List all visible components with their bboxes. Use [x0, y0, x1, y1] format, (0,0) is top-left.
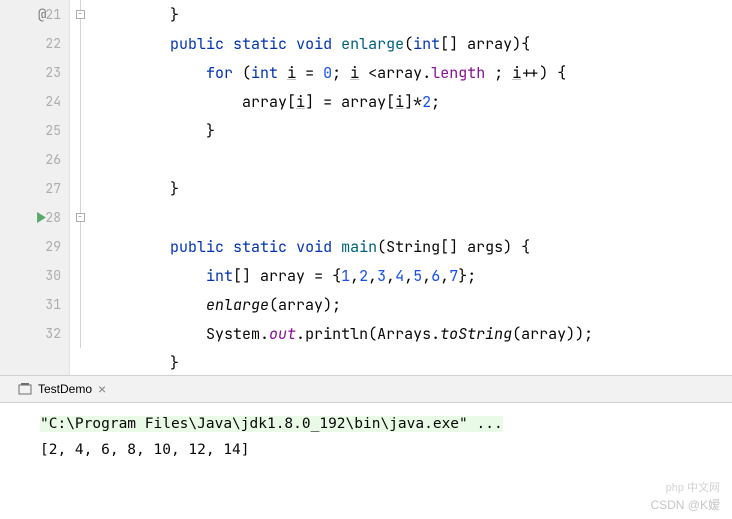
code-line: public static void enlarge(int[] array){	[98, 29, 732, 58]
line-number: 25	[39, 122, 61, 139]
line-number: 24	[39, 93, 61, 110]
code-line: }	[98, 174, 732, 203]
watermark: CSDN @K嫒	[650, 496, 720, 513]
close-tab-icon[interactable]: ×	[98, 381, 106, 397]
line-number: 26	[39, 151, 61, 168]
line-number: 31	[39, 296, 61, 313]
run-config-icon	[18, 382, 32, 396]
run-tab[interactable]: TestDemo ×	[10, 376, 114, 402]
fold-column: − −	[70, 0, 90, 375]
line-number: 30	[39, 267, 61, 284]
console-tab-bar: TestDemo ×	[0, 375, 732, 403]
console-result: [2, 4, 6, 8, 10, 12, 14]	[40, 437, 720, 463]
code-line: System.out.println(Arrays.toString(array…	[98, 319, 732, 348]
fold-toggle-icon[interactable]: −	[76, 213, 85, 222]
code-content[interactable]: } public static void enlarge(int[] array…	[90, 0, 732, 375]
line-number: 27	[39, 180, 61, 197]
line-gutter: 21@ 22 23 24 25 26 27 28 29 30 31 32	[0, 0, 70, 375]
console-output[interactable]: "C:\Program Files\Java\jdk1.8.0_192\bin\…	[0, 403, 732, 471]
code-line: int[] array = {1,2,3,4,5,6,7};	[98, 261, 732, 290]
code-editor[interactable]: 21@ 22 23 24 25 26 27 28 29 30 31 32 − −…	[0, 0, 732, 375]
code-line: }	[98, 348, 732, 375]
code-line	[98, 145, 732, 174]
console-command: "C:\Program Files\Java\jdk1.8.0_192\bin\…	[40, 416, 503, 432]
code-line	[98, 203, 732, 232]
fold-toggle-icon[interactable]: −	[76, 10, 85, 19]
watermark: php 中文网	[666, 479, 720, 495]
line-number: 29	[39, 238, 61, 255]
line-number: 32	[39, 325, 61, 342]
line-number: 22	[39, 35, 61, 52]
run-gutter-icon[interactable]	[36, 208, 47, 228]
line-number: 23	[39, 64, 61, 81]
change-marker-icon: @	[38, 6, 46, 24]
code-line: for (int i = 0; i <array.length ; i++) {	[98, 58, 732, 87]
tab-label: TestDemo	[38, 382, 92, 396]
code-line: }	[98, 116, 732, 145]
code-line: enlarge(array);	[98, 290, 732, 319]
code-line: array[i] = array[i]*2;	[98, 87, 732, 116]
code-line: public static void main(String[] args) {	[98, 232, 732, 261]
code-line: }	[98, 0, 732, 29]
